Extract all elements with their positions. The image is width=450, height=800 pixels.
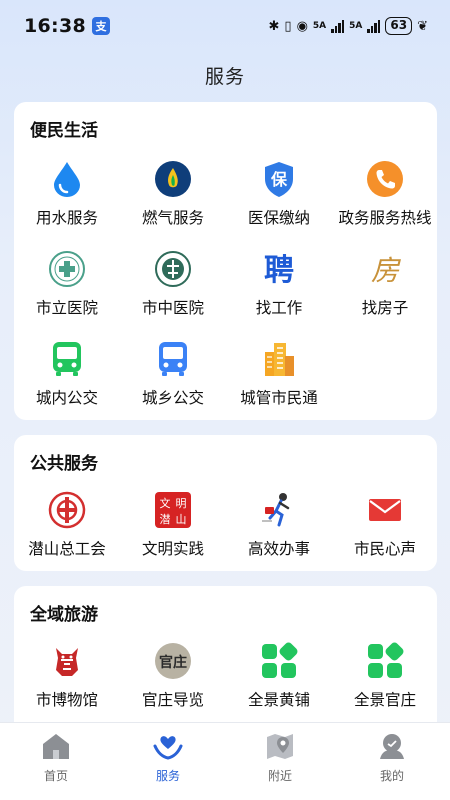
service-item-label: 用水服务 — [35, 209, 98, 227]
service-item-citizen-voice[interactable]: 市民心声 — [332, 491, 438, 571]
hotspot-icon: ◉ — [296, 18, 308, 34]
service-item-find-job[interactable]: 聘 找工作 — [226, 250, 332, 330]
signal-icon — [331, 19, 345, 33]
service-item-label: 全景黄铺 — [247, 691, 310, 709]
battery-icon: 63 — [385, 17, 413, 35]
service-item-hotline[interactable]: 政务服务热线 — [332, 160, 438, 240]
section-title: 公共服务 — [30, 454, 98, 474]
civilization-practice-icon: 文 明 潜 山 — [154, 491, 192, 529]
status-time: 16:38 — [24, 15, 86, 37]
service-item-label: 城内公交 — [35, 389, 98, 407]
medical-insurance-shield-icon: 保 — [260, 160, 298, 198]
service-item-medical-insurance[interactable]: 保 医保缴纳 — [226, 160, 332, 240]
service-item-label: 找房子 — [361, 299, 409, 317]
service-item-label: 医保缴纳 — [247, 209, 310, 227]
app-grid-icon — [260, 642, 298, 680]
hospital-logo-icon — [48, 250, 86, 288]
nav-tab-services[interactable]: 服务 — [112, 729, 224, 789]
water-drop-icon — [48, 160, 86, 198]
service-item-find-house[interactable]: 房 找房子 — [332, 250, 438, 330]
nav-label: 首页 — [43, 769, 68, 783]
user-profile-icon — [377, 731, 407, 761]
job-recruit-icon: 聘 — [260, 250, 298, 288]
city-buildings-icon — [260, 340, 298, 378]
svg-text:潜: 潜 — [160, 512, 171, 526]
service-item-label: 全景官庄 — [353, 691, 416, 709]
museum-logo-icon — [48, 642, 86, 680]
svg-text:保: 保 — [270, 170, 288, 189]
service-item-efficient-affairs[interactable]: 高效办事 — [226, 491, 332, 571]
service-item-label: 高效办事 — [247, 540, 310, 558]
phone-hotline-icon — [366, 160, 404, 198]
section-card-tourism: 全域旅游 市博物馆 官庄 官庄导览 全景黄铺 全景官庄 — [14, 586, 437, 736]
service-item-city-management[interactable]: 城管市民通 — [226, 340, 332, 420]
map-pin-icon — [265, 731, 295, 761]
service-item-label: 潜山总工会 — [28, 540, 106, 558]
service-item-tcm-hospital[interactable]: 市中医院 — [120, 250, 226, 330]
alipay-notification-icon: 支 — [91, 17, 110, 35]
tcm-hospital-logo-icon — [154, 250, 192, 288]
trade-union-logo-icon — [48, 491, 86, 529]
service-item-label: 文明实践 — [141, 540, 204, 558]
house-search-icon: 房 — [366, 250, 404, 288]
svg-text:文: 文 — [160, 496, 171, 510]
service-item-rural-bus[interactable]: 城乡公交 — [120, 340, 226, 420]
charging-leaf-icon: ❦ — [417, 18, 428, 34]
app-grid-icon — [366, 642, 404, 680]
service-item-panorama-huangpu[interactable]: 全景黄铺 — [226, 642, 332, 722]
service-item-label: 市立医院 — [35, 299, 98, 317]
section-card-convenience: 便民生活 用水服务 燃气服务 保 医保缴纳 政务服务热线 市立医院 市中医院 聘… — [14, 102, 437, 420]
nav-tab-nearby[interactable]: 附近 — [224, 729, 336, 789]
service-item-label: 城乡公交 — [141, 389, 204, 407]
nav-label: 附近 — [267, 769, 292, 783]
service-item-label: 市博物馆 — [35, 691, 98, 709]
service-item-gas[interactable]: 燃气服务 — [120, 160, 226, 240]
service-item-guanzhuang-guide[interactable]: 官庄 官庄导览 — [120, 642, 226, 722]
network-type-label-2: 5A — [349, 21, 363, 31]
nav-label: 服务 — [155, 769, 180, 783]
page-title: 服务 — [204, 66, 245, 88]
service-item-label: 市民心声 — [353, 540, 416, 558]
signal-icon-2 — [367, 19, 381, 33]
vibrate-icon: ▯ — [284, 18, 292, 34]
bottom-nav: 首页 服务 附近 我的 — [0, 722, 450, 800]
svg-text:聘: 聘 — [264, 253, 294, 288]
city-bus-icon — [48, 340, 86, 378]
guanzhuang-logo-icon: 官庄 — [154, 642, 192, 680]
heart-hands-icon — [153, 731, 183, 761]
bluetooth-icon: ✱ — [268, 18, 280, 34]
service-item-label: 官庄导览 — [141, 691, 204, 709]
service-item-trade-union[interactable]: 潜山总工会 — [14, 491, 120, 571]
running-person-icon — [260, 491, 298, 529]
service-item-label: 政务服务热线 — [338, 209, 432, 227]
section-title: 全域旅游 — [30, 605, 98, 625]
svg-text:房: 房 — [371, 254, 401, 287]
service-item-label: 城管市民通 — [240, 389, 318, 407]
nav-tab-profile[interactable]: 我的 — [336, 729, 448, 789]
service-item-city-bus[interactable]: 城内公交 — [14, 340, 120, 420]
gas-flame-icon — [154, 160, 192, 198]
svg-text:明: 明 — [176, 497, 187, 510]
home-icon — [41, 731, 71, 761]
service-item-label: 市中医院 — [141, 299, 204, 317]
service-item-panorama-guanzhuang[interactable]: 全景官庄 — [332, 642, 438, 722]
section-card-public-services: 公共服务 潜山总工会 文 明 潜 山 文明实践 高效办事 市民心声 — [14, 435, 437, 571]
mail-envelope-icon — [366, 491, 404, 529]
service-item-water[interactable]: 用水服务 — [14, 160, 120, 240]
network-type-label: 5A — [312, 21, 327, 31]
service-item-label: 燃气服务 — [141, 209, 204, 227]
status-bar: 16:38 支 ✱ ▯ ◉ 5A 5A 63 ❦ — [0, 0, 450, 52]
service-item-label: 找工作 — [255, 299, 303, 317]
section-title: 便民生活 — [30, 121, 98, 141]
service-item-civilization[interactable]: 文 明 潜 山 文明实践 — [120, 491, 226, 571]
nav-tab-home[interactable]: 首页 — [0, 729, 112, 789]
service-item-city-hospital[interactable]: 市立医院 — [14, 250, 120, 330]
service-item-museum[interactable]: 市博物馆 — [14, 642, 120, 722]
svg-text:官庄: 官庄 — [159, 654, 187, 671]
rural-bus-icon — [154, 340, 192, 378]
svg-text:山: 山 — [176, 513, 187, 526]
nav-label: 我的 — [379, 769, 404, 783]
